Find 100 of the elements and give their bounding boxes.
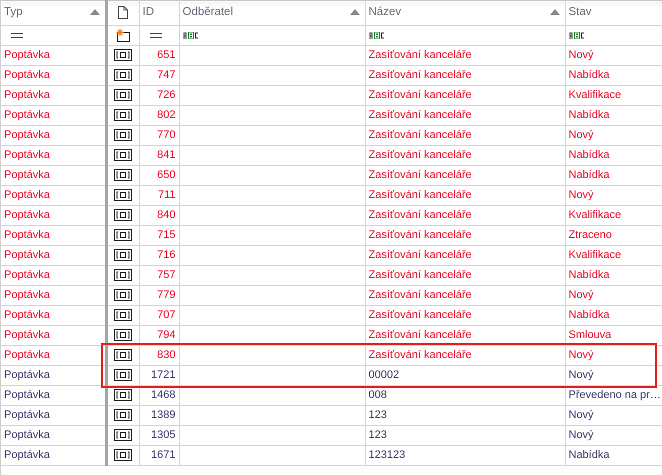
table-cell: Zasíťování kanceláře (368, 349, 472, 362)
table-cell: Nový (568, 349, 594, 362)
table-cell: Poptávka (4, 209, 50, 222)
table-cell: Ztraceno (568, 229, 612, 242)
record-icon (114, 149, 132, 162)
record-icon (114, 429, 132, 442)
table-cell: 1389 (151, 409, 176, 422)
table-cell: Poptávka (4, 309, 50, 322)
table-cell: Zasíťování kanceláře (368, 49, 472, 62)
table-cell: 707 (157, 309, 176, 322)
table-cell: Nabídka (568, 169, 610, 182)
table-cell: Zasíťování kanceláře (368, 209, 472, 222)
table-cell: 123123 (368, 449, 406, 462)
record-icon (114, 109, 132, 122)
table-cell: Nabídka (568, 269, 610, 282)
table-cell: Kvalifikace (568, 209, 622, 222)
table-cell: Zasíťování kanceláře (368, 109, 472, 122)
table-cell: 840 (157, 209, 176, 222)
table-cell: Nový (568, 409, 594, 422)
table-cell: 1468 (151, 389, 176, 402)
column-header[interactable]: Stav (568, 4, 592, 22)
record-icon (114, 369, 132, 382)
record-icon (114, 449, 132, 462)
record-icon (114, 209, 132, 222)
record-icon (114, 89, 132, 102)
table-cell: Poptávka (4, 329, 50, 342)
equals-icon (150, 32, 162, 38)
table-cell: Nabídka (568, 109, 610, 122)
table-cell: Kvalifikace (568, 249, 622, 262)
column-header[interactable]: Odběratel (182, 4, 234, 22)
table-cell: Poptávka (4, 69, 50, 82)
table-cell: Kvalifikace (568, 89, 622, 102)
table-cell: Nový (568, 369, 594, 382)
table-cell: Poptávka (4, 369, 50, 382)
table-cell: Poptávka (4, 149, 50, 162)
table-cell: Poptávka (4, 49, 50, 62)
table-cell: 123 (368, 409, 387, 422)
table-cell: Poptávka (4, 349, 50, 362)
record-icon (114, 309, 132, 322)
table-cell: Poptávka (4, 249, 50, 262)
record-icon (114, 349, 132, 362)
table-cell: Zasíťování kanceláře (368, 129, 472, 142)
table-cell: Zasíťování kanceláře (368, 89, 472, 102)
table-cell: Smlouva (568, 329, 612, 342)
table-cell: Poptávka (4, 449, 50, 462)
record-icon (114, 129, 132, 142)
document-icon (118, 6, 128, 19)
table-cell: Převedeno na pr… (568, 389, 661, 402)
table-cell: Nabídka (568, 149, 610, 162)
table-cell: 008 (368, 389, 387, 402)
table-cell: 711 (158, 189, 176, 202)
table-cell: 841 (157, 149, 176, 162)
text-filter-icon (368, 32, 384, 39)
equals-icon (11, 32, 23, 38)
record-icon (114, 389, 132, 402)
table-cell: Zasíťování kanceláře (368, 289, 472, 302)
record-icon (114, 189, 132, 202)
table-cell: Poptávka (4, 229, 50, 242)
table-cell: Zasíťování kanceláře (368, 309, 472, 322)
text-filter-icon (182, 32, 198, 39)
table-cell: Zasíťování kanceláře (368, 69, 472, 82)
table-cell: Poptávka (4, 89, 50, 102)
column-header[interactable]: Název (368, 4, 402, 22)
record-icon (114, 69, 132, 82)
table-cell: Poptávka (4, 389, 50, 402)
table-cell: 00002 (368, 369, 400, 382)
record-icon (114, 249, 132, 262)
table-cell: Zasíťování kanceláře (368, 229, 472, 242)
column-header[interactable]: Typ (4, 4, 23, 22)
table-cell: 650 (157, 169, 176, 182)
table-cell: Poptávka (4, 409, 50, 422)
table-cell: Nový (568, 189, 594, 202)
table-cell: Nabídka (568, 309, 610, 322)
table-cell: Zasíťování kanceláře (368, 169, 472, 182)
record-icon (114, 289, 132, 302)
table-cell: Nabídka (568, 69, 610, 82)
table-cell: Poptávka (4, 109, 50, 122)
table-cell: 726 (157, 89, 176, 102)
table-cell: Zasíťování kanceláře (368, 329, 472, 342)
table-cell: Poptávka (4, 169, 50, 182)
table-cell: Zasíťování kanceláře (368, 149, 472, 162)
new-record-icon (116, 28, 130, 42)
record-icon (114, 169, 132, 182)
table-cell: 651 (157, 49, 176, 62)
table-cell: 1305 (151, 429, 176, 442)
table-cell: Nabídka (568, 449, 610, 462)
table-cell: Zasíťování kanceláře (368, 249, 472, 262)
table-cell: 794 (157, 329, 176, 342)
table-cell: 757 (157, 269, 176, 282)
table-cell: Nový (568, 129, 594, 142)
table-cell: Nový (568, 49, 594, 62)
table-cell: 715 (157, 229, 176, 242)
table-cell: Zasíťování kanceláře (368, 269, 472, 282)
table-cell: 1671 (151, 449, 176, 462)
table-cell: Poptávka (4, 289, 50, 302)
table-cell: Nový (568, 429, 594, 442)
table-cell: Poptávka (4, 129, 50, 142)
table-cell: Poptávka (4, 269, 50, 282)
text-filter-icon (568, 32, 584, 39)
table-cell: Zasíťování kanceláře (368, 189, 472, 202)
